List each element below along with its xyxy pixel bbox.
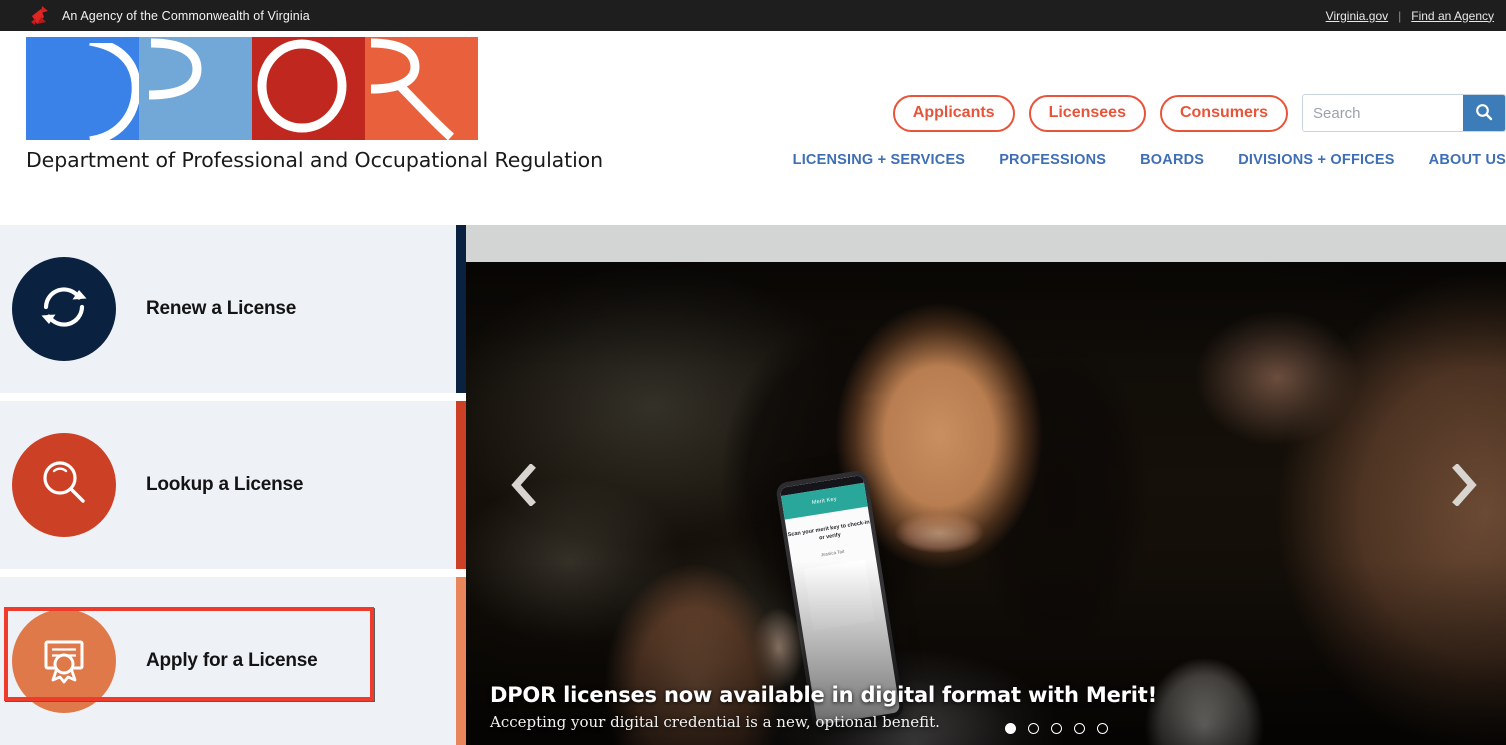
quick-links-panel: Renew a License Lookup a License Apply f… xyxy=(0,225,466,745)
carousel-dot-1[interactable] xyxy=(1005,723,1016,734)
card-accent-bar xyxy=(456,577,466,745)
primary-navigation: LICENSING + SERVICES PROFESSIONS BOARDS … xyxy=(793,152,1506,168)
quick-link-label: Renew a License xyxy=(146,298,297,319)
hero-title: DPOR licenses now available in digital f… xyxy=(490,682,1157,707)
gov-bar-links: Virginia.gov | Find an Agency xyxy=(1326,9,1494,23)
gov-link-separator: | xyxy=(1398,8,1402,23)
nav-item-boards[interactable]: BOARDS xyxy=(1140,152,1204,168)
lookup-icon-circle xyxy=(12,433,116,537)
refresh-cycle-icon xyxy=(35,278,93,341)
quick-link-label: Lookup a License xyxy=(146,474,304,495)
nav-item-divisions-offices[interactable]: DIVISIONS + OFFICES xyxy=(1238,152,1394,168)
virginia-cardinal-icon xyxy=(28,5,54,27)
dpor-logo[interactable]: Department of Professional and Occupatio… xyxy=(26,37,603,172)
commonwealth-top-bar: An Agency of the Commonwealth of Virgini… xyxy=(0,0,1506,31)
hero-slide-image: Merit Key Scan your merit key to check-i… xyxy=(466,262,1506,745)
carousel-dot-2[interactable] xyxy=(1028,723,1039,734)
hero-top-band xyxy=(466,225,1506,262)
audience-button-applicants[interactable]: Applicants xyxy=(892,94,1015,132)
logo-square-p xyxy=(139,37,252,140)
apply-icon-circle xyxy=(12,609,116,713)
logo-square-r xyxy=(365,37,478,140)
nav-item-licensing-services[interactable]: LICENSING + SERVICES xyxy=(793,152,966,168)
link-find-an-agency[interactable]: Find an Agency xyxy=(1411,9,1494,23)
logo-tagline: Department of Professional and Occupatio… xyxy=(26,148,603,172)
quick-link-lookup-a-license[interactable]: Lookup a License xyxy=(0,401,466,569)
card-accent-bar xyxy=(456,225,466,393)
carousel-prev-button[interactable] xyxy=(504,462,544,508)
quick-link-label: Apply for a License xyxy=(146,650,318,671)
nav-item-professions[interactable]: PROFESSIONS xyxy=(999,152,1106,168)
magnifier-icon xyxy=(35,454,93,517)
search-icon xyxy=(1475,103,1493,124)
site-header: Department of Professional and Occupatio… xyxy=(0,31,1506,225)
nav-item-about-us[interactable]: ABOUT US xyxy=(1429,152,1506,168)
renew-icon-circle xyxy=(12,257,116,361)
quick-link-apply-for-a-license[interactable]: Apply for a License xyxy=(0,577,466,745)
carousel-next-button[interactable] xyxy=(1444,462,1484,508)
hero-carousel[interactable]: Merit Key Scan your merit key to check-i… xyxy=(466,225,1506,745)
search-box[interactable] xyxy=(1302,94,1506,132)
audience-button-licensees[interactable]: Licensees xyxy=(1028,94,1146,132)
header-utility-row: Applicants Licensees Consumers xyxy=(892,94,1506,132)
photo-vignette-layer xyxy=(466,262,1506,745)
search-submit-button[interactable] xyxy=(1463,95,1505,131)
carousel-pagination xyxy=(1005,723,1108,734)
search-input[interactable] xyxy=(1303,95,1463,131)
logo-square-d xyxy=(26,37,139,140)
certificate-award-icon xyxy=(35,630,93,693)
card-accent-bar xyxy=(456,401,466,569)
carousel-dot-3[interactable] xyxy=(1051,723,1062,734)
quick-link-renew-a-license[interactable]: Renew a License xyxy=(0,225,466,393)
audience-button-consumers[interactable]: Consumers xyxy=(1159,94,1288,132)
carousel-dot-4[interactable] xyxy=(1074,723,1085,734)
chevron-right-icon xyxy=(1451,464,1477,506)
link-virginia-gov[interactable]: Virginia.gov xyxy=(1326,9,1388,23)
carousel-dot-5[interactable] xyxy=(1097,723,1108,734)
logo-square-o xyxy=(252,37,365,140)
logo-letter-squares xyxy=(26,37,478,140)
chevron-left-icon xyxy=(511,464,537,506)
page-content: Renew a License Lookup a License Apply f… xyxy=(0,225,1506,745)
agency-statement: An Agency of the Commonwealth of Virgini… xyxy=(62,8,310,23)
